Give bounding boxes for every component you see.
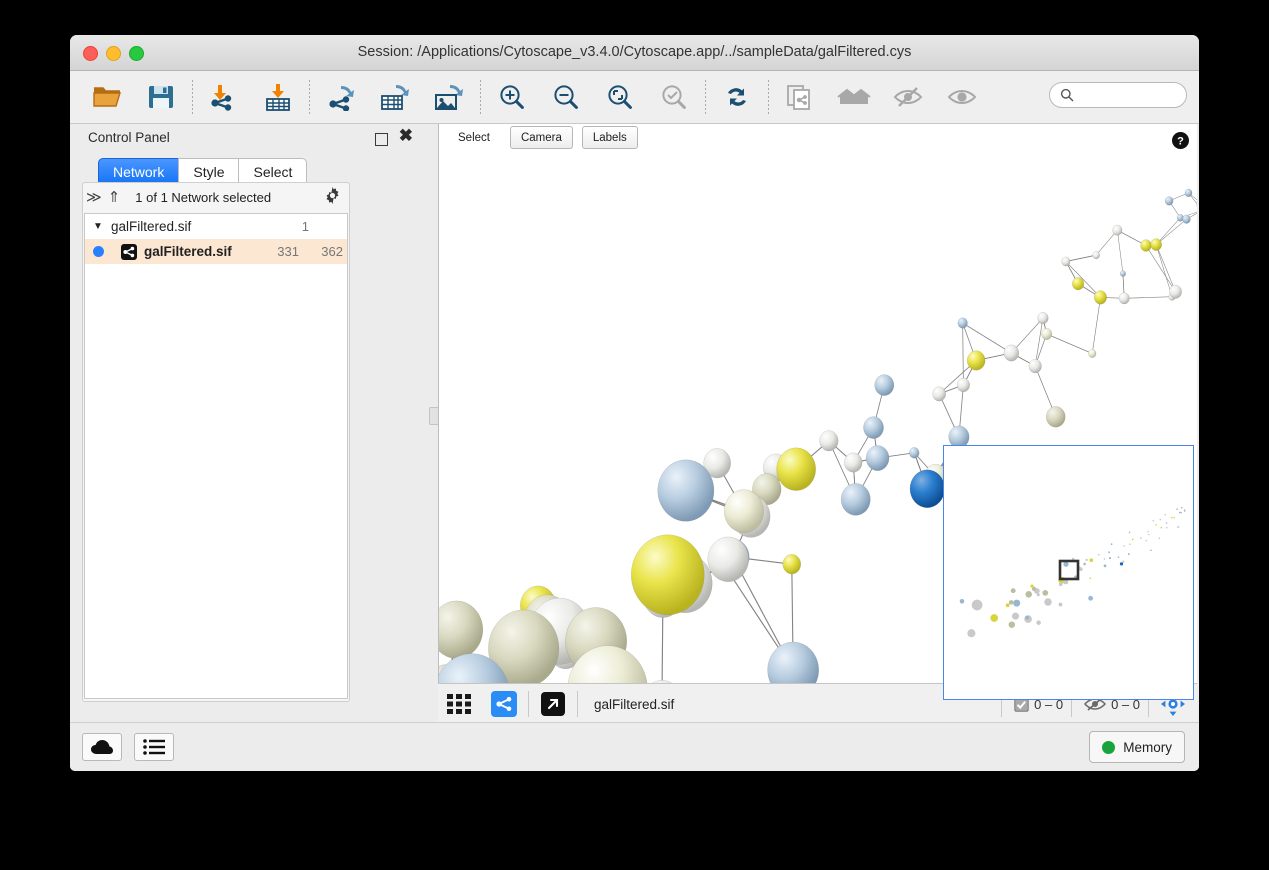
network-view-icon[interactable]: [482, 684, 526, 724]
gear-icon[interactable]: [324, 187, 341, 209]
title-bar: Session: /Applications/Cytoscape_v3.4.0/…: [70, 35, 1199, 71]
svg-text:?: ?: [1177, 136, 1184, 148]
network-overview[interactable]: [943, 445, 1194, 700]
overview-canvas: [944, 446, 1193, 699]
zoom-in-icon[interactable]: [485, 75, 539, 119]
tree-root-count: 1: [301, 219, 309, 234]
hide-selected-icon[interactable]: [881, 75, 935, 119]
control-panel-title: Control Panel: [88, 130, 170, 145]
toolbar-separator: [768, 80, 769, 114]
tree-root-label: galFiltered.sif: [111, 219, 192, 234]
tree-network-label: galFiltered.sif: [144, 244, 232, 259]
table-grid-icon[interactable]: [438, 684, 482, 724]
import-table-icon[interactable]: [251, 75, 305, 119]
view-tab-camera[interactable]: Camera: [509, 126, 573, 149]
current-network-name: galFiltered.sif: [594, 696, 675, 712]
group-nodes-icon[interactable]: [827, 75, 881, 119]
view-tab-select[interactable]: Select: [447, 126, 501, 149]
view-mode-tabs: Select Camera Labels: [439, 126, 638, 149]
search-input[interactable]: [1049, 82, 1187, 108]
memory-button[interactable]: Memory: [1089, 731, 1185, 763]
tree-row-network[interactable]: galFiltered.sif 331 362: [85, 239, 347, 264]
tree-row-root[interactable]: ▼ galFiltered.sif 1: [85, 214, 347, 239]
tree-node-count: 331: [277, 244, 299, 259]
status-separator: [577, 691, 578, 717]
tree-edge-count: 362: [321, 244, 343, 259]
screen: Session: /Applications/Cytoscape_v3.4.0/…: [0, 0, 1269, 870]
search-field[interactable]: [1080, 87, 1184, 103]
toolbar-separator: [480, 80, 481, 114]
network-panel-toolbar: ≫ ⇑ 1 of 1 Network selected: [83, 183, 349, 211]
help-icon[interactable]: ?: [1172, 132, 1189, 154]
status-separator: [528, 691, 529, 717]
collapse-all-icon[interactable]: ≫: [83, 188, 105, 206]
network-icon: [121, 243, 137, 260]
window-title: Session: /Applications/Cytoscape_v3.4.0/…: [357, 44, 912, 60]
network-selected-dot: [85, 246, 111, 257]
network-selection-status: 1 of 1 Network selected: [135, 189, 272, 205]
view-tab-labels[interactable]: Labels: [581, 126, 638, 149]
refresh-icon[interactable]: [710, 75, 764, 119]
cloud-icon[interactable]: [82, 733, 122, 761]
expand-all-icon[interactable]: ⇑: [105, 188, 124, 206]
export-image-icon[interactable]: [422, 75, 476, 119]
expand-caret-icon[interactable]: ▼: [85, 221, 111, 232]
show-all-icon[interactable]: [935, 75, 989, 119]
float-panel-button[interactable]: [375, 133, 388, 146]
detach-view-icon[interactable]: [531, 684, 575, 724]
save-session-icon[interactable]: [134, 75, 188, 119]
toolbar-separator: [192, 80, 193, 114]
open-session-icon[interactable]: [80, 75, 134, 119]
zoom-fit-icon[interactable]: [593, 75, 647, 119]
network-view[interactable]: Select Camera Labels ?: [438, 124, 1197, 724]
bottom-status-bar: Memory: [70, 722, 1199, 771]
close-panel-icon[interactable]: ✖: [399, 127, 413, 144]
zoom-out-icon[interactable]: [539, 75, 593, 119]
main-body: Control Panel ✖ Network Style Select ≫ ⇑…: [70, 124, 1199, 724]
cytoscape-window: Session: /Applications/Cytoscape_v3.4.0/…: [70, 35, 1199, 771]
task-list-icon[interactable]: [134, 733, 174, 761]
export-network-icon[interactable]: [314, 75, 368, 119]
control-panel-header: Control Panel ✖: [82, 124, 422, 154]
memory-label: Memory: [1123, 739, 1172, 755]
memory-status-dot: [1102, 740, 1116, 754]
toolbar-separator: [705, 80, 706, 114]
search-icon: [1060, 88, 1074, 102]
network-panel: ≫ ⇑ 1 of 1 Network selected ▼ galFiltere…: [82, 182, 350, 702]
fit-selected-icon[interactable]: [647, 75, 701, 119]
export-table-icon[interactable]: [368, 75, 422, 119]
network-tree: ▼ galFiltered.sif 1 galFiltered.sif 331 …: [84, 213, 348, 699]
toolbar-separator: [309, 80, 310, 114]
new-network-from-selection-icon[interactable]: [773, 75, 827, 119]
main-toolbar: [70, 71, 1199, 124]
control-panel: Control Panel ✖ Network Style Select ≫ ⇑…: [82, 124, 422, 724]
import-network-icon[interactable]: [197, 75, 251, 119]
